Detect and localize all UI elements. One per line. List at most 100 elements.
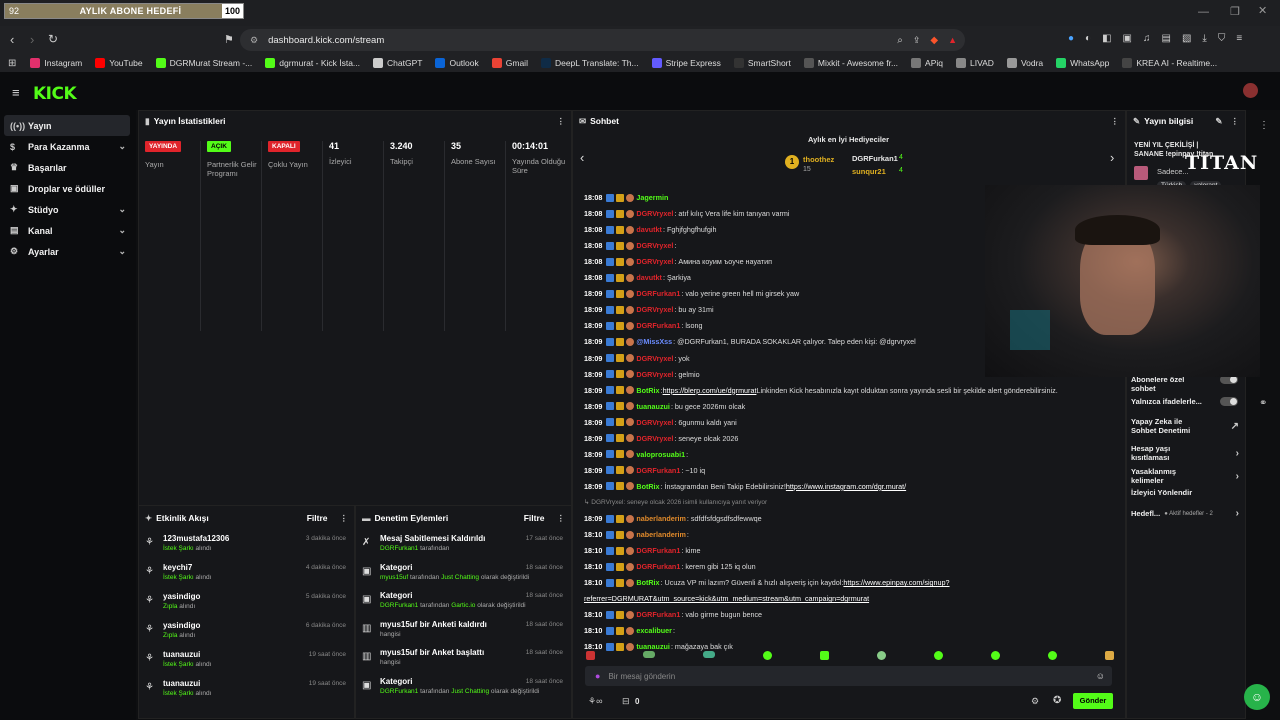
chat-menu-icon[interactable]: ⋮ (1111, 116, 1120, 127)
gifters-next-icon[interactable]: › (1110, 150, 1114, 165)
reload-icon[interactable]: ↻ (48, 32, 58, 46)
chat-message[interactable]: 18:09 DGRVryxel: gelmio (584, 370, 700, 379)
sidebar-item-4[interactable]: ✦ Stüdyo ⌄ (0, 199, 136, 220)
minimize-icon[interactable]: — (1198, 6, 1209, 18)
chat-message[interactable]: 18:09 DGRFurkan1: lsong (584, 321, 703, 330)
chat-username[interactable]: DGRFurkan1 (636, 610, 680, 619)
mic-icon[interactable]: ● (595, 671, 600, 681)
sidebar-item-3[interactable]: ▣ Droplar ve ödüller (0, 178, 136, 199)
gifter-name[interactable]: sunqur21 (852, 167, 886, 176)
gifters-prev-icon[interactable]: ‹ (580, 150, 584, 165)
menu-icon[interactable]: ≡ (1236, 33, 1242, 44)
bookmark-item[interactable]: APiq (911, 58, 943, 68)
site-info-icon[interactable]: ⚙ (250, 35, 258, 46)
moderation-item[interactable]: ▥ myus15uf bir Anketi kaldırdı hangisi 18 s… (356, 616, 571, 645)
moderation-item[interactable]: ✗ Mesaj Sabitlemesi Kaldırıldı DGRFurkan1 … (356, 530, 571, 559)
chat-message[interactable]: 18:09 DGRFurkan1: ~10 iq (584, 466, 705, 475)
sidebar-item-0[interactable]: ((•)) Yayın (4, 115, 130, 136)
send-button[interactable]: Gönder (1073, 693, 1113, 709)
chat-username[interactable]: DGRFurkan1 (636, 466, 680, 475)
emote-icon[interactable] (934, 651, 943, 660)
chat-username[interactable]: naberlanderim (636, 514, 686, 523)
chat-username[interactable]: DGRVryxel (636, 257, 673, 266)
extension-3-icon[interactable]: ◧ (1102, 33, 1111, 44)
chat-message[interactable]: 18:08 DGRVryxel: Амина коуим ъоуче науати… (584, 257, 772, 266)
chat-message[interactable]: 18:09 DGRVryxel: seneye olcak 2026 (584, 434, 738, 443)
chat-username[interactable]: DGRVryxel (636, 418, 673, 427)
activity-filter-button[interactable]: Filtre (307, 513, 328, 523)
chat-message[interactable]: 18:08 davutkt: Fghjfghgfhufgih (584, 225, 717, 234)
moderation-filter-button[interactable]: Filtre (524, 513, 545, 523)
back-icon[interactable]: ‹ (10, 32, 14, 47)
bookmark-item[interactable]: SmartShort (733, 58, 791, 68)
chat-setting-row[interactable]: Yapay Zeka ile Sohbet Denetimi ↗ (1131, 417, 1239, 435)
chat-message[interactable]: 18:10 DGRFurkan1: valo girme bugun bence (584, 610, 762, 619)
chat-message[interactable]: 18:08 davutkt: Şarkiya (584, 273, 691, 282)
emote-icon[interactable] (991, 651, 1000, 660)
chat-username[interactable]: BotRix (636, 482, 659, 491)
emote-icon[interactable] (1048, 651, 1057, 660)
music-icon[interactable]: ♫ (1143, 33, 1151, 44)
share-icon[interactable]: ⇪ (913, 35, 921, 46)
chat-message[interactable]: 18:08 DGRVryxel: atıf kılıç Vera life kim… (584, 209, 789, 218)
download-icon[interactable]: ⤓ (1202, 33, 1206, 44)
maximize-icon[interactable]: ❐ (1230, 5, 1240, 18)
sidebar-item-2[interactable]: ♛ Başarılar (0, 157, 136, 178)
bookmark-item[interactable]: DGRMurat Stream -... (155, 58, 252, 68)
support-chat-icon[interactable]: ☺ (1244, 684, 1270, 710)
emote-icon[interactable] (643, 651, 655, 658)
chat-mod-icon[interactable]: ✪ (1053, 695, 1061, 706)
toggle-switch[interactable] (1220, 397, 1238, 406)
chat-message[interactable]: 18:10 naberlanderim: (584, 530, 689, 539)
bookmark-item[interactable]: LIVAD (956, 58, 994, 68)
bookmark-item[interactable]: Mixkit - Awesome fr... (803, 58, 898, 68)
apps-icon[interactable]: ⊞ (8, 58, 16, 69)
bookmark-item[interactable]: WhatsApp (1056, 58, 1109, 68)
chat-message[interactable]: 18:08 DGRVryxel: (584, 241, 676, 250)
activity-item[interactable]: ⚘ yasindigo Zıpla alındı 6 dakika önce (139, 617, 354, 646)
edit-icon[interactable]: ✎ (1215, 116, 1222, 127)
chat-message[interactable]: ↳ DGRVryxel: seneye olcak 2026 isimli ku… (584, 498, 767, 506)
stats-menu-icon[interactable]: ⋮ (557, 116, 566, 127)
emote-icon[interactable] (586, 651, 595, 660)
bookmark-item[interactable]: DeepL Translate: Th... (540, 58, 639, 68)
chat-username[interactable]: BotRix (636, 386, 659, 395)
kick-logo[interactable]: KICK (33, 84, 77, 104)
extension-4-icon[interactable]: ▣ (1123, 33, 1132, 44)
chat-username[interactable]: DGRFurkan1 (636, 289, 680, 298)
vpn-icon[interactable]: ⛉ (1218, 33, 1226, 44)
chat-setting-row[interactable]: Hedefl... ● Aktif hedefler - 2 › (1131, 508, 1239, 519)
chat-username[interactable]: DGRFurkan1 (636, 562, 680, 571)
chat-message[interactable]: 18:10 DGRFurkan1: kime (584, 546, 701, 555)
chat-setting-row[interactable]: Yasaklanmış kelimeler › (1131, 467, 1239, 485)
moderation-item[interactable]: ▣ Kategori DGRFurkan1 tarafından Just Chat… (356, 673, 571, 702)
bookmark-item[interactable]: ChatGPT (373, 58, 422, 68)
chat-message[interactable]: 18:09 @MissXss: @DGRFurkan1, BURADA SOKAK… (584, 337, 916, 346)
chat-message[interactable]: 18:09 valoprosuabi1: (584, 450, 688, 459)
chat-username[interactable]: davutkt (636, 273, 662, 282)
bookmark-icon[interactable]: ⚑ (224, 33, 234, 46)
chat-message[interactable]: 18:09 naberlanderim: sdfdfsfdgsdfsdfewwqe (584, 514, 762, 523)
chat-link[interactable]: referrer=DGRMURAT&utm_source=kick&utm_me… (584, 594, 869, 603)
gift-icon[interactable]: ⊟ (622, 696, 630, 707)
chat-link[interactable]: https://www.epinpay.com/signup? (843, 578, 949, 587)
activity-item[interactable]: ⚘ tuanauzui İstek Şarkı alındı 19 saat önce (139, 675, 354, 704)
chat-username[interactable]: davutkt (636, 225, 662, 234)
activity-item[interactable]: ⚘ keychi7 İstek Şarkı alındı 4 dakika önce (139, 559, 354, 588)
activity-menu-icon[interactable]: ⋮ (340, 513, 349, 524)
points-icon[interactable]: ⚘∞ (588, 696, 602, 707)
address-bar[interactable]: ⚙ dashboard.kick.com/stream ⌕ ⇪ ◆ ▲ (240, 29, 965, 51)
brave-shield-icon[interactable]: ◆ (930, 35, 938, 46)
chat-username[interactable]: DGRVryxel (636, 209, 673, 218)
emoji-icon[interactable]: ☺ (1096, 671, 1105, 681)
extension-5-icon[interactable]: ▧ (1182, 33, 1191, 44)
chat-message[interactable]: 18:09 BotRix: https://blerp.com/ue/dgrmur… (584, 386, 1058, 395)
moderation-item[interactable]: ▣ Kategori DGRFurkan1 tarafından Gartic.io… (356, 587, 571, 616)
chat-username[interactable]: Jagermin (636, 193, 668, 202)
chat-username[interactable]: DGRVryxel (636, 305, 673, 314)
zoom-icon[interactable]: ⌕ (897, 35, 903, 46)
chat-message[interactable]: 18:09 DGRVryxel: bu ay 31mi (584, 305, 714, 314)
chat-message[interactable]: 18:09 DGRFurkan1: valo yerine green hell … (584, 289, 799, 298)
emote-icon[interactable] (820, 651, 829, 660)
moderation-item[interactable]: ▣ Kategori myus15uf tarafından Just Chatti… (356, 559, 571, 588)
